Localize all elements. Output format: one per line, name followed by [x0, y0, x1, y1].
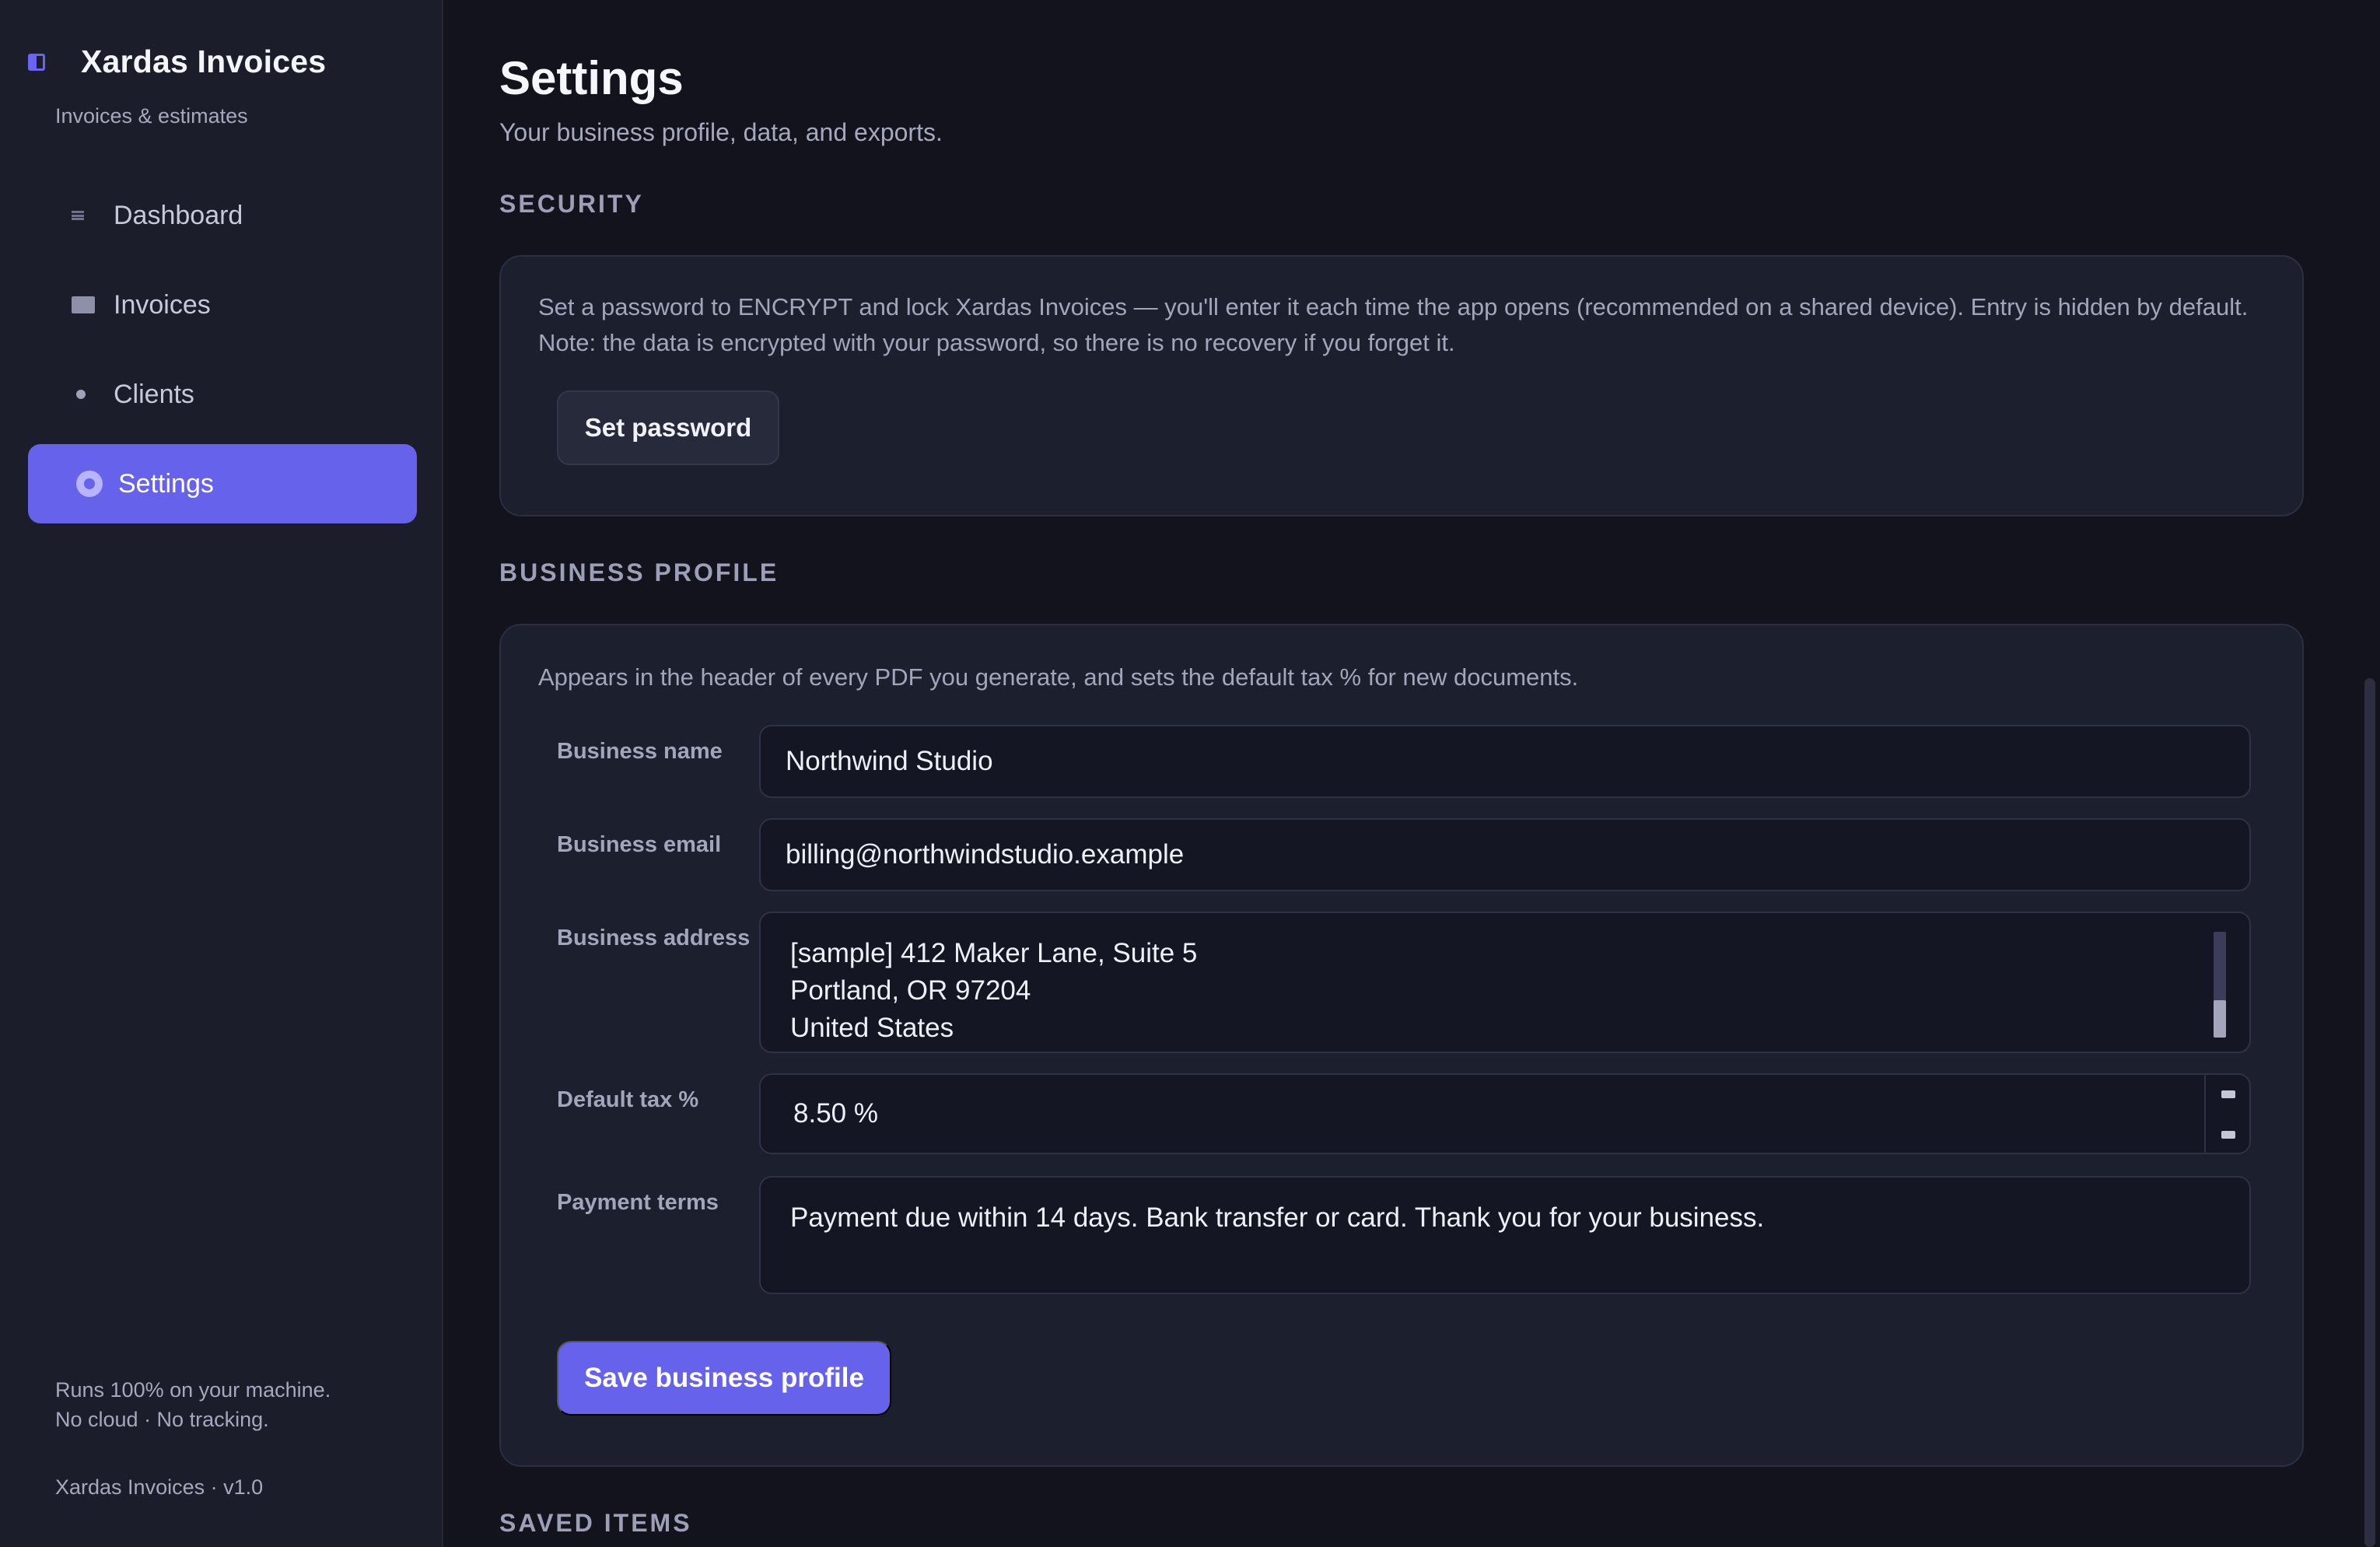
stepper-up-icon[interactable]: [2221, 1090, 2235, 1098]
default-tax-input[interactable]: 8.50 %: [759, 1073, 2251, 1154]
invoice-icon: [72, 296, 98, 313]
business-profile-section-label: BUSINESS PROFILE: [499, 558, 779, 586]
business-name-value: Northwind Studio: [786, 746, 993, 776]
saved-items-section-label: SAVED ITEMS: [499, 1509, 692, 1537]
sidebar-toggle-icon[interactable]: [28, 53, 45, 71]
sidebar-item-clients[interactable]: Clients: [28, 355, 417, 434]
sidebar-item-label: Invoices: [114, 289, 211, 320]
app-subtitle: Invoices & estimates: [55, 104, 248, 128]
address-line-3: United States: [790, 1013, 954, 1043]
business-email-value: billing@northwindstudio.example: [786, 839, 1185, 870]
sidebar-item-label: Dashboard: [114, 200, 243, 230]
brand: Xardas Invoices: [28, 44, 326, 80]
payment-terms-label: Payment terms: [557, 1190, 719, 1215]
set-password-button[interactable]: Set password: [557, 390, 779, 465]
page-title: Settings: [499, 52, 684, 104]
security-card: Set a password to ENCRYPT and lock Xarda…: [499, 255, 2304, 516]
business-name-label: Business name: [557, 739, 723, 764]
business-address-label: Business address: [557, 926, 751, 950]
business-email-input[interactable]: billing@northwindstudio.example: [759, 818, 2251, 891]
address-scrollbar-thumb[interactable]: [2214, 1000, 2226, 1038]
save-business-profile-button[interactable]: Save business profile: [557, 1341, 891, 1416]
default-tax-value: 8.50 %: [793, 1098, 878, 1129]
security-description: Set a password to ENCRYPT and lock Xarda…: [538, 293, 2249, 356]
clients-icon: [72, 390, 98, 399]
sidebar-item-label: Settings: [118, 468, 214, 499]
default-tax-label: Default tax %: [557, 1087, 699, 1112]
business-profile-description: Appears in the header of every PDF you g…: [538, 663, 1579, 691]
privacy-note: Runs 100% on your machine. No cloud · No…: [55, 1375, 331, 1434]
sidebar: Xardas Invoices Invoices & estimates Das…: [0, 0, 443, 1547]
sidebar-item-dashboard[interactable]: Dashboard: [28, 176, 417, 255]
app-title: Xardas Invoices: [81, 44, 327, 79]
sidebar-nav: Dashboard Invoices Clients Settings: [28, 176, 417, 534]
business-address-textarea[interactable]: [sample] 412 Maker Lane, Suite 5 Portlan…: [759, 912, 2251, 1053]
privacy-line-1: Runs 100% on your machine.: [55, 1378, 331, 1402]
sidebar-item-settings[interactable]: Settings: [28, 444, 417, 523]
payment-terms-value: Payment due within 14 days. Bank transfe…: [790, 1202, 1765, 1233]
app-version: Xardas Invoices · v1.0: [55, 1475, 264, 1499]
page-scrollbar-thumb[interactable]: [2364, 678, 2375, 1547]
sidebar-item-label: Clients: [114, 379, 194, 409]
business-profile-card: Appears in the header of every PDF you g…: [499, 624, 2304, 1467]
dashboard-icon: [72, 211, 98, 220]
tax-stepper[interactable]: [2204, 1075, 2249, 1153]
stepper-down-icon[interactable]: [2221, 1131, 2235, 1139]
address-line-2: Portland, OR 97204: [790, 975, 1031, 1006]
address-line-1: [sample] 412 Maker Lane, Suite 5: [790, 938, 1198, 968]
security-section-label: SECURITY: [499, 190, 644, 218]
business-email-label: Business email: [557, 832, 722, 857]
privacy-line-2: No cloud · No tracking.: [55, 1408, 269, 1431]
sidebar-item-invoices[interactable]: Invoices: [28, 265, 417, 345]
business-name-input[interactable]: Northwind Studio: [759, 725, 2251, 798]
payment-terms-textarea[interactable]: Payment due within 14 days. Bank transfe…: [759, 1176, 2251, 1294]
gear-icon: [76, 471, 103, 497]
page-subtitle: Your business profile, data, and exports…: [499, 118, 943, 146]
